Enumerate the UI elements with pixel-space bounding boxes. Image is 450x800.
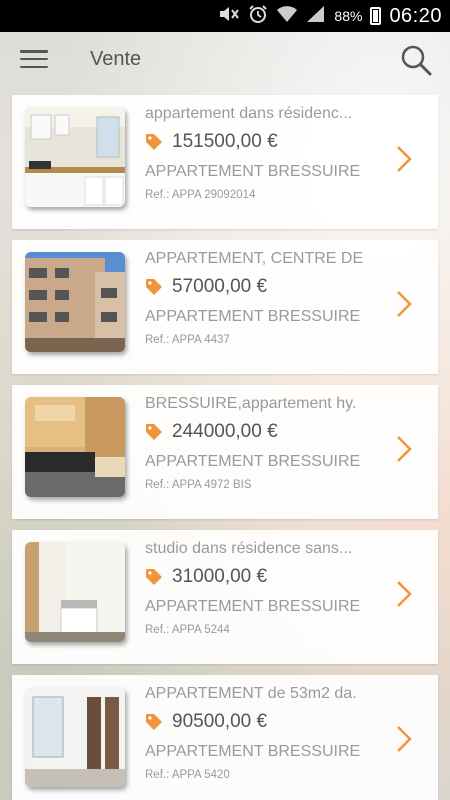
kitchen-photo: [25, 107, 125, 207]
app-bar: Vente: [0, 32, 450, 86]
listing-ref: Ref.: APPA 5420: [145, 769, 230, 781]
listing-title: appartement dans résidenc...: [145, 105, 353, 122]
signal-icon: [306, 5, 326, 28]
status-bar: 88% 06:20: [0, 0, 450, 32]
listing-ref: Ref.: APPA 4972 BIS: [145, 479, 252, 491]
listing-list: appartement dans résidenc... 151500,00 €…: [12, 95, 438, 800]
building-photo: [25, 252, 125, 352]
modern-kitchen-photo: [25, 397, 125, 497]
chevron-right-icon[interactable]: [396, 290, 412, 318]
price-tag-icon: [146, 134, 162, 150]
chevron-right-icon[interactable]: [396, 435, 412, 463]
studio-photo: [25, 542, 125, 642]
battery-percentage: 88%: [334, 8, 363, 24]
search-icon[interactable]: [400, 44, 432, 76]
listing-ref: Ref.: APPA 29092014: [145, 189, 256, 201]
listing-ref: Ref.: APPA 5244: [145, 624, 230, 636]
listing-category: APPARTEMENT BRESSUIRE: [145, 308, 361, 325]
mute-icon: [218, 5, 240, 28]
chevron-right-icon[interactable]: [396, 145, 412, 173]
listing-card[interactable]: APPARTEMENT de 53m2 da. 90500,00 € APPAR…: [12, 675, 438, 800]
clock: 06:20: [389, 4, 442, 27]
chevron-right-icon[interactable]: [396, 580, 412, 608]
room-photo: [25, 687, 125, 787]
listing-title: BRESSUIRE,appartement hy.: [145, 395, 357, 412]
listing-card[interactable]: appartement dans résidenc... 151500,00 €…: [12, 95, 438, 229]
listing-price: 244000,00 €: [172, 421, 278, 442]
price-tag-icon: [146, 279, 162, 295]
listing-price: 151500,00 €: [172, 131, 278, 152]
price-tag-icon: [146, 569, 162, 585]
menu-icon[interactable]: [20, 50, 48, 68]
listing-title: studio dans résidence sans...: [145, 540, 353, 557]
alarm-icon: [248, 4, 268, 29]
listing-title: APPARTEMENT, CENTRE DE: [145, 250, 364, 267]
chevron-right-icon[interactable]: [396, 725, 412, 753]
listing-category: APPARTEMENT BRESSUIRE: [145, 598, 361, 615]
page-title: Vente: [90, 47, 142, 70]
listing-title: APPARTEMENT de 53m2 da.: [145, 685, 357, 702]
listing-card[interactable]: studio dans résidence sans... 31000,00 €…: [12, 530, 438, 664]
listing-ref: Ref.: APPA 4437: [145, 334, 230, 346]
price-tag-icon: [146, 714, 162, 730]
listing-category: APPARTEMENT BRESSUIRE: [145, 163, 361, 180]
listing-category: APPARTEMENT BRESSUIRE: [145, 453, 361, 470]
listing-price: 31000,00 €: [172, 566, 268, 587]
listing-card[interactable]: APPARTEMENT, CENTRE DE 57000,00 € APPART…: [12, 240, 438, 374]
battery-icon: [370, 7, 382, 25]
listing-category: APPARTEMENT BRESSUIRE: [145, 743, 361, 760]
wifi-icon: [276, 5, 298, 28]
price-tag-icon: [146, 424, 162, 440]
listing-price: 90500,00 €: [172, 711, 268, 732]
listing-price: 57000,00 €: [172, 276, 268, 297]
listing-card[interactable]: BRESSUIRE,appartement hy. 244000,00 € AP…: [12, 385, 438, 519]
